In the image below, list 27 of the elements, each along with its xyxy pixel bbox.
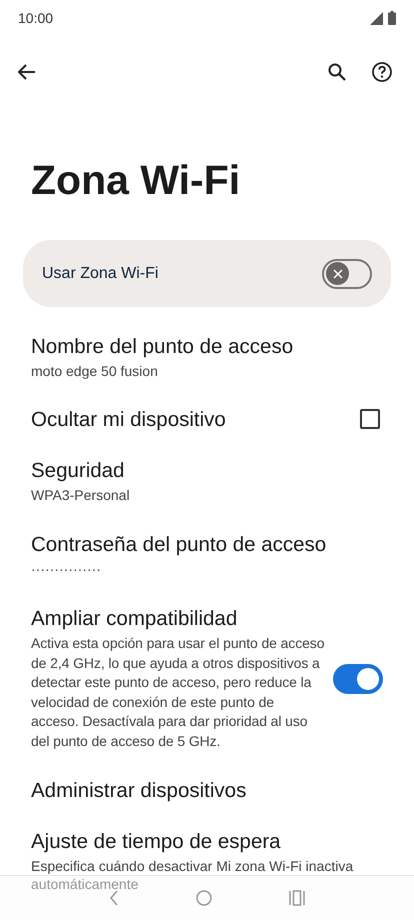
help-icon[interactable]	[372, 62, 392, 82]
setting-title[interactable]: Contraseña del punto de acceso	[31, 532, 383, 557]
setting-summary: WPA3-Personal	[31, 486, 131, 504]
battery-icon	[388, 11, 396, 25]
setting-title[interactable]: Ajuste de tiempo de espera	[31, 829, 383, 854]
toggle-switch[interactable]	[322, 258, 372, 288]
setting-summary: moto edge 50 fusion	[31, 362, 159, 380]
back-icon[interactable]	[18, 64, 36, 80]
toggle-switch[interactable]	[333, 664, 383, 694]
main-switch-label: Usar Zona Wi-Fi	[42, 264, 158, 282]
signal-icon	[370, 12, 383, 24]
setting-summary: ···············	[31, 560, 102, 578]
setting-title[interactable]: Administrar dispositivos	[31, 778, 383, 802]
close-icon	[332, 268, 342, 278]
setting-title[interactable]: Ocultar mi dispositivo	[31, 406, 352, 432]
home-icon[interactable]	[196, 890, 212, 906]
setting-summary: Activa esta opción para usar el punto de acceso de 2,4 GHz, lo que ayuda a otros dispositivos a detectar este punto de acceso, pero reduce la velocidad de conexión de este punto de acceso. Desactívala para dar prioridad al uso del punto de acceso de 5 GHz.	[31, 634, 325, 751]
recents-icon[interactable]	[289, 890, 306, 906]
setting-title[interactable]: Seguridad	[31, 458, 383, 483]
checkbox[interactable]	[360, 409, 380, 429]
page-title: Zona Wi-Fi	[30, 156, 242, 205]
setting-summary: Especifica cuándo desactivar Mi zona Wi-Fi inactiva automáticamente	[31, 857, 354, 893]
search-icon[interactable]	[328, 63, 346, 81]
status-time: 10:00	[18, 10, 54, 26]
main-switch-card[interactable]: Usar Zona Wi-Fi	[23, 240, 391, 307]
setting-title[interactable]: Nombre del punto de acceso	[31, 334, 383, 359]
setting-title[interactable]: Ampliar compatibilidad	[31, 606, 325, 631]
